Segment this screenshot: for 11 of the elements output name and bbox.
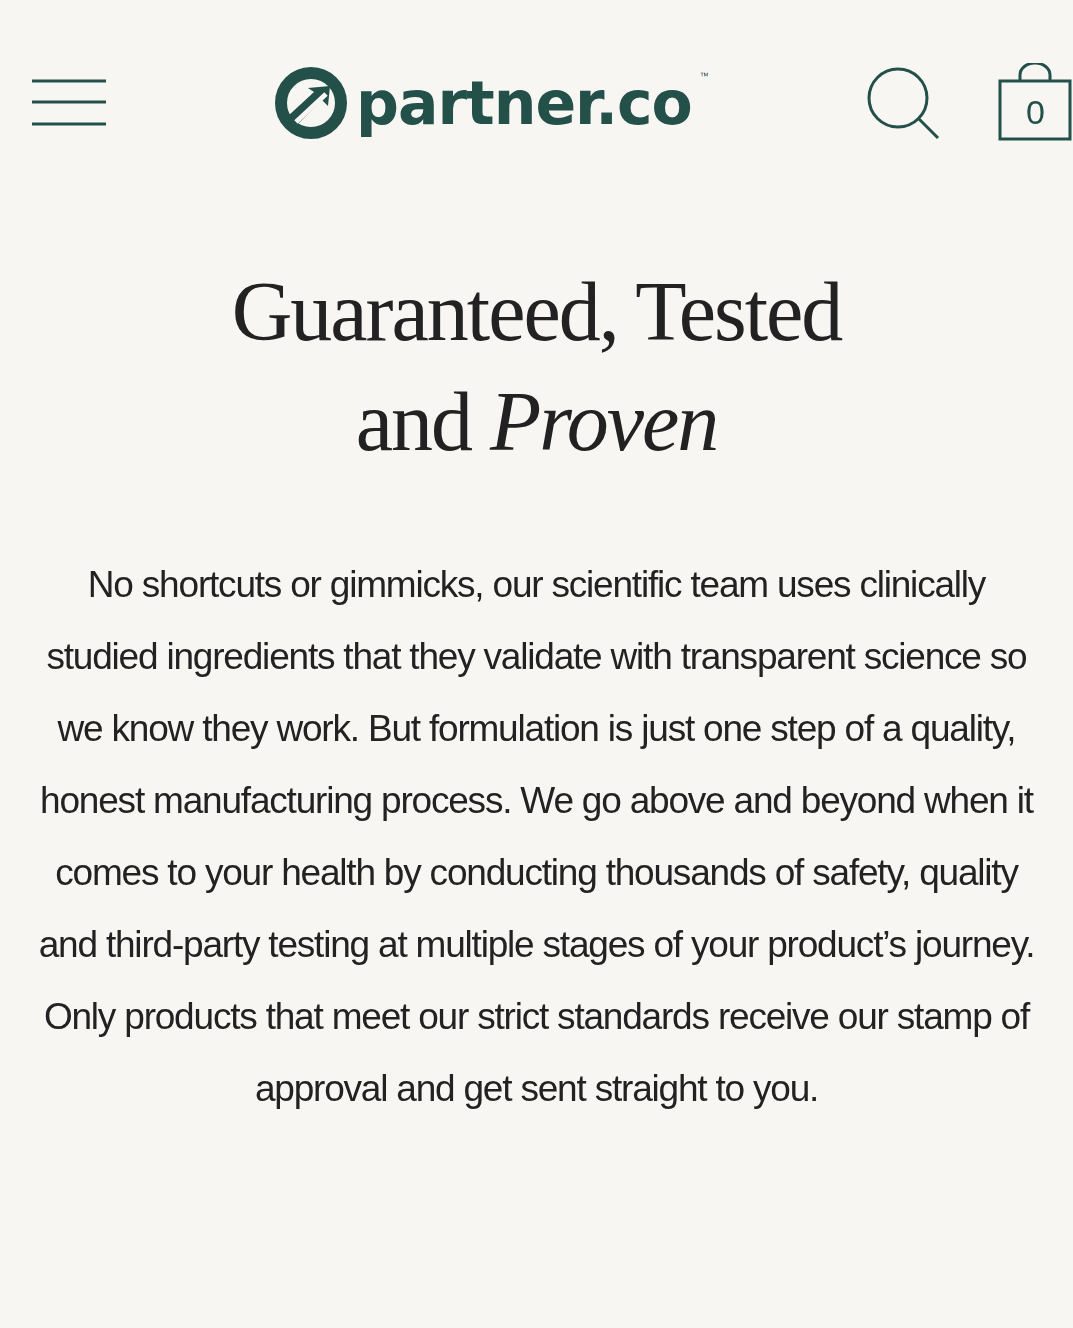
logo-icon: [274, 65, 348, 140]
logo-link[interactable]: partner.co™: [274, 65, 709, 140]
menu-icon: [32, 78, 106, 127]
trademark: ™: [699, 69, 709, 83]
search-button[interactable]: [866, 65, 940, 140]
search-icon: [866, 65, 940, 140]
cart-button[interactable]: 0: [998, 62, 1073, 143]
body-paragraph: No shortcuts or gimmicks, our scientific team uses clinically studied ingredients that they validate with transparent science so we know they work. But formulation is just one step of a quality, honest manufacturing process. We go above and beyond when it comes to your health by conducting thousands of safety, quality and third-party testing at multiple stages of your product’s journey. Only products that meet our strict standards receive our stamp of approval and get sent straight to you.: [37, 563, 1036, 1111]
page-heading: Guaranteed, Tested and Proven: [230, 264, 843, 470]
bag-icon: [998, 62, 1073, 143]
menu-button[interactable]: [32, 78, 106, 127]
